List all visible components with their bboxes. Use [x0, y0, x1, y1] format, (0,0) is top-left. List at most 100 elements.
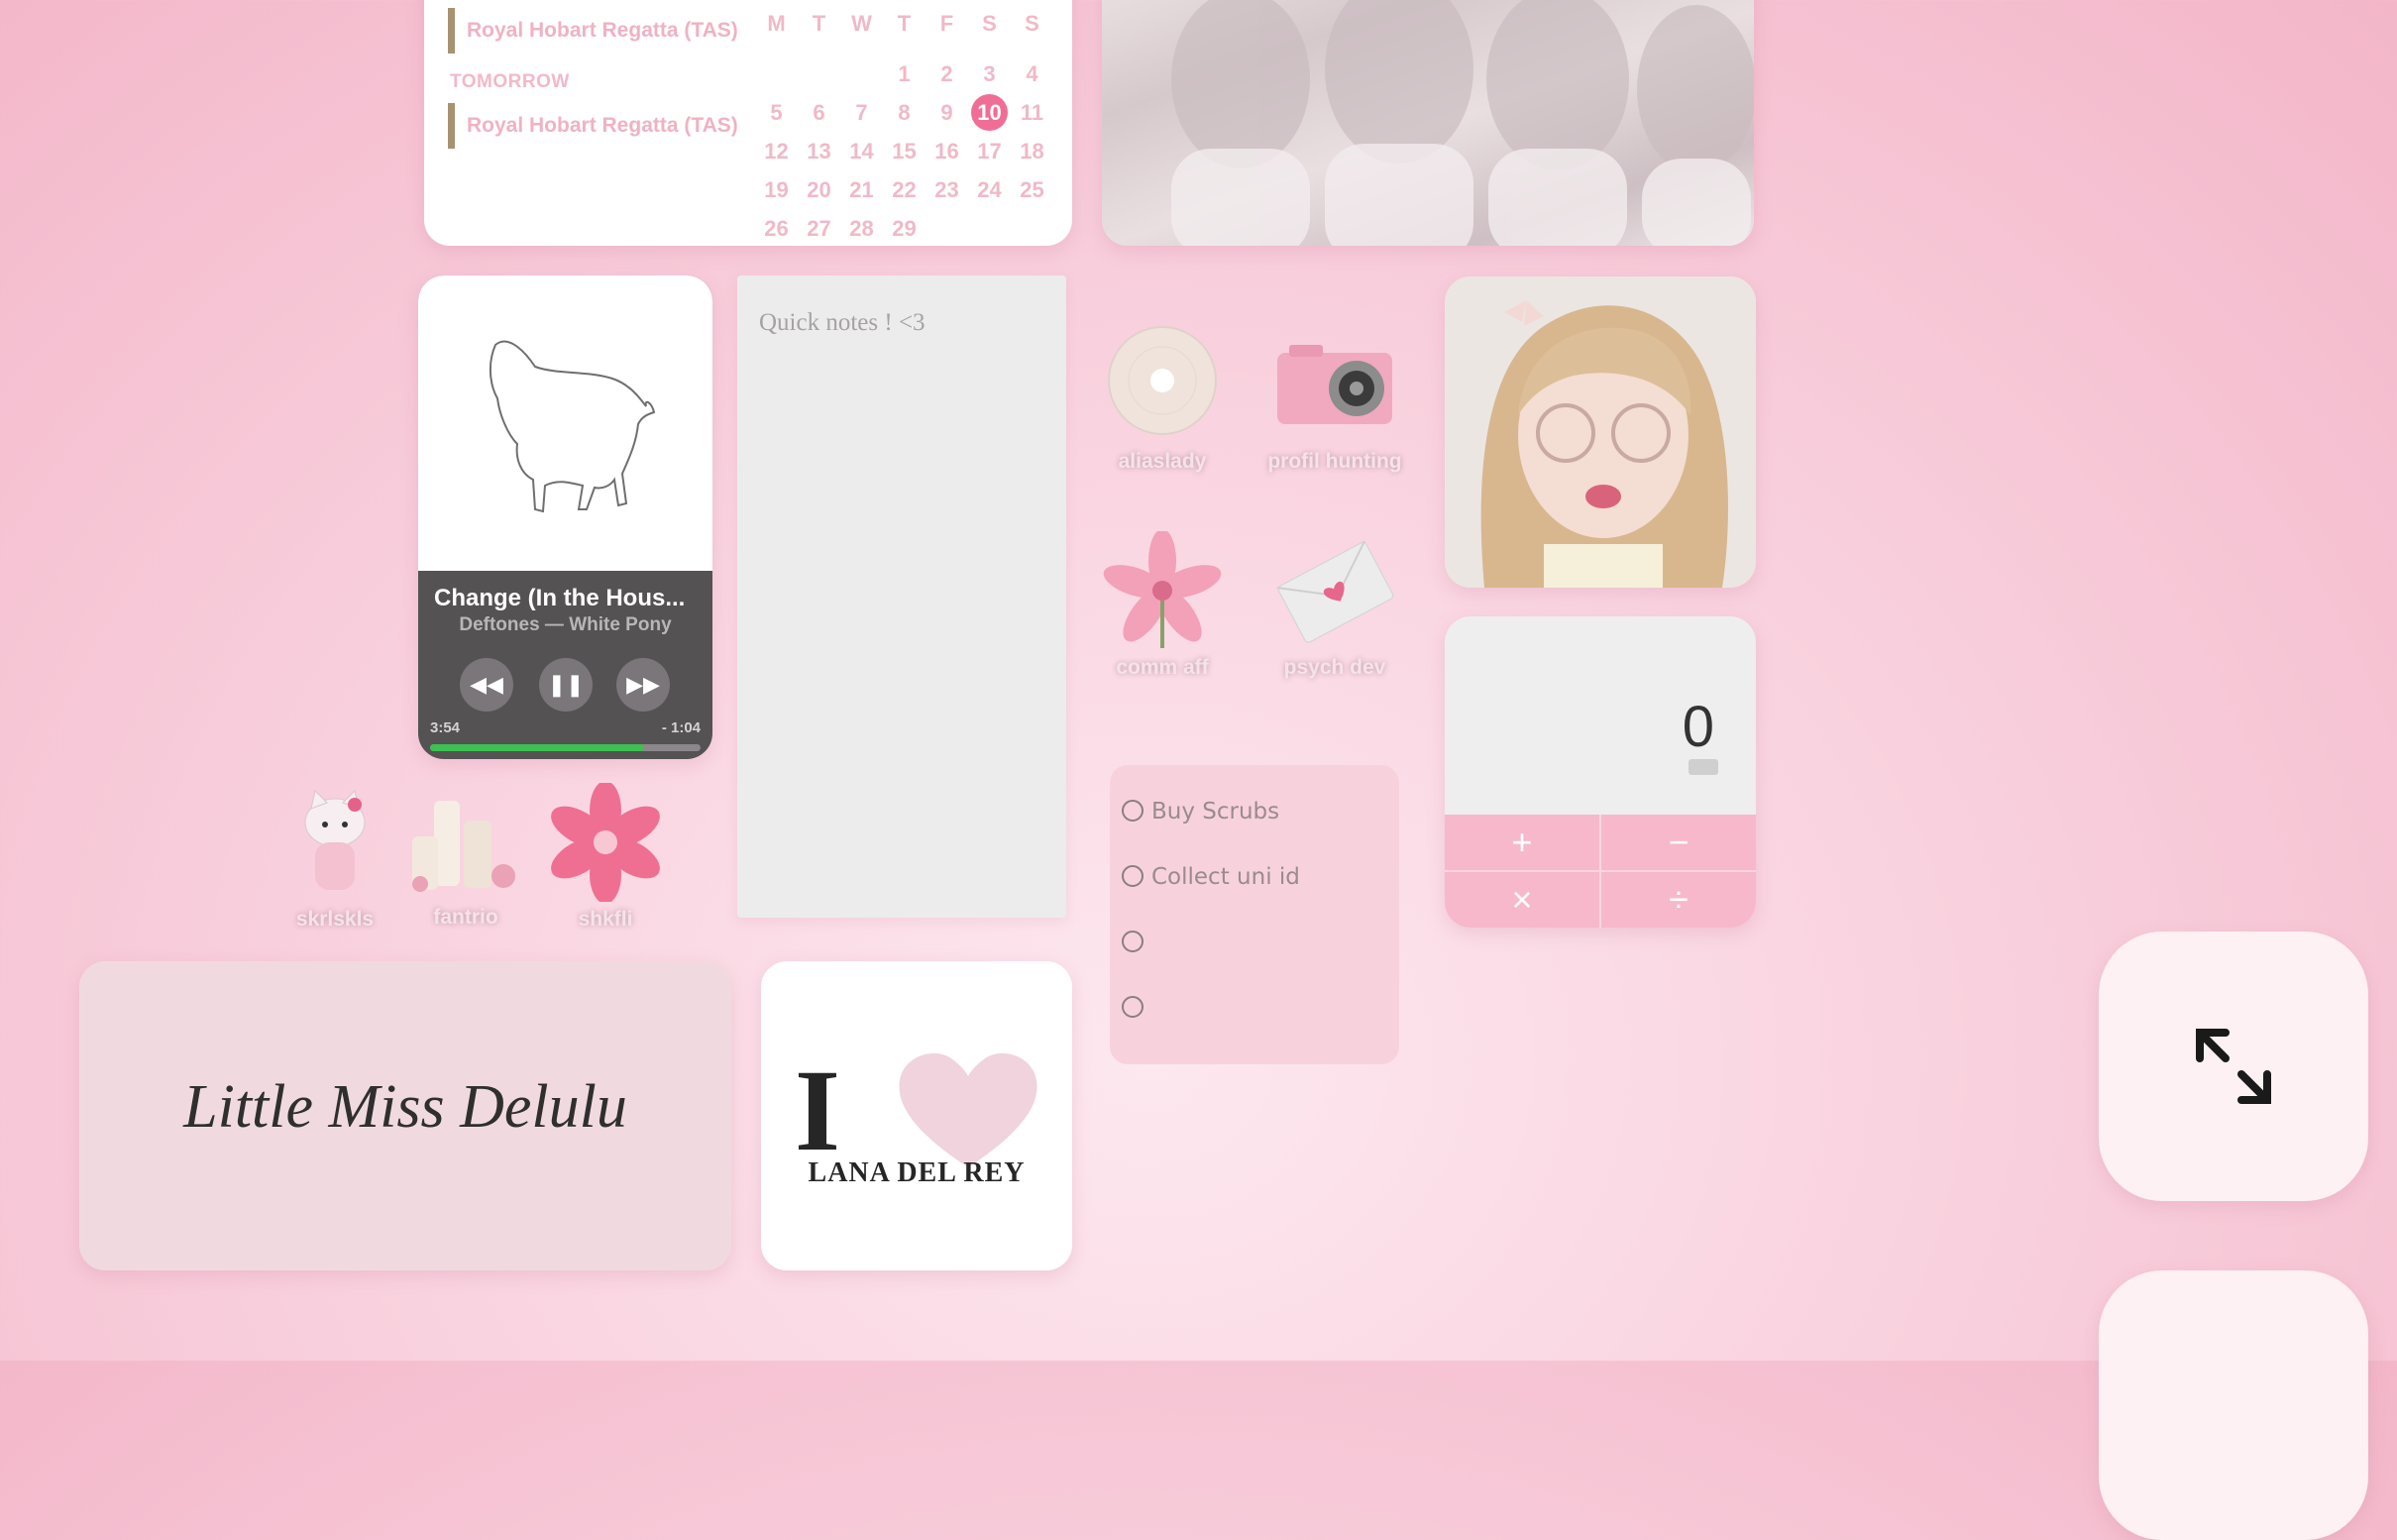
song-artist: Deftones — White Pony: [459, 614, 672, 635]
checkbox-icon[interactable]: [1122, 931, 1144, 952]
calendar-event[interactable]: Royal Hobart Regatta (TAS): [448, 103, 738, 149]
music-player-widget[interactable]: Change (In the Hous... Deftones — White …: [418, 275, 712, 759]
quote-widget[interactable]: Little Miss Delulu: [79, 961, 731, 1270]
app-aliaslady[interactable]: aliaslady: [1088, 325, 1237, 474]
todo-text: Collect uni id: [1151, 864, 1300, 890]
app-label: skrlskls: [295, 908, 375, 931]
calculator-widget[interactable]: 0 + − × ÷: [1445, 616, 1756, 928]
fast-forward-button[interactable]: ▶▶: [616, 658, 670, 712]
calendar-day[interactable]: 23: [926, 170, 968, 209]
weekday-label: F: [939, 11, 954, 36]
minus-key[interactable]: −: [1601, 815, 1756, 870]
app-profil-hunting[interactable]: profil hunting: [1260, 325, 1409, 474]
calendar-weekday-row: M TWT F S S: [755, 4, 1062, 43]
checkbox-icon[interactable]: [1122, 865, 1144, 887]
calendar-day[interactable]: 22: [883, 170, 926, 209]
calendar-day[interactable]: 25: [1011, 170, 1053, 209]
calendar-widget[interactable]: Royal Hobart Regatta (TAS) TOMORROW Roya…: [424, 0, 1072, 246]
divide-key[interactable]: ÷: [1601, 872, 1756, 928]
app-psych-dev[interactable]: psych dev: [1260, 531, 1409, 680]
todo-item[interactable]: [1122, 995, 1151, 1021]
app-fantrio[interactable]: fantrio: [391, 781, 540, 930]
lana-name: LANA DEL REY: [808, 1157, 1026, 1188]
remaining-time: - 1:04: [661, 719, 701, 736]
calendar-day[interactable]: 16: [926, 132, 968, 170]
todo-widget[interactable]: Buy Scrubs Collect uni id: [1110, 765, 1399, 1064]
calendar-day[interactable]: 9: [926, 93, 968, 132]
app-comm-aff[interactable]: comm aff: [1088, 529, 1237, 680]
photo-widget-group[interactable]: [1102, 0, 1754, 246]
quick-notes-widget[interactable]: Quick notes ! <3: [737, 275, 1066, 918]
app-skrlskls[interactable]: skrlskls: [261, 783, 409, 932]
white-pony-horse-icon: [490, 340, 656, 513]
calendar-day[interactable]: 5: [755, 93, 798, 132]
lana-del-rey-widget[interactable]: I LANA DEL REY: [761, 961, 1072, 1270]
album-art: [418, 275, 712, 571]
calendar-event-title: Royal Hobart Regatta (TAS): [467, 114, 738, 137]
app-label: fantrio: [433, 906, 498, 929]
calendar-event-title: Royal Hobart Regatta (TAS): [467, 19, 738, 42]
elapsed-time: 3:54: [430, 719, 461, 736]
calendar-day[interactable]: 29: [883, 209, 926, 248]
todo-item[interactable]: Collect uni id: [1122, 864, 1300, 890]
app-label: shkfli: [578, 908, 633, 931]
plus-key[interactable]: +: [1445, 815, 1599, 870]
checkbox-icon[interactable]: [1122, 800, 1144, 822]
calendar-month-grid: MTWTFSS 1 2 3 45 6 7 8 9 10 1112 13 14 15 16 17 1819 20 2…: [755, 4, 1062, 248]
checkbox-icon[interactable]: [1122, 996, 1144, 1018]
calendar-day[interactable]: 21: [840, 170, 883, 209]
calculator-keypad: + − × ÷: [1445, 815, 1756, 928]
quote-text: Little Miss Delulu: [183, 1073, 627, 1141]
fast-forward-icon: ▶▶: [626, 672, 660, 697]
weekday-label: T: [897, 11, 912, 36]
calendar-day[interactable]: 24: [968, 170, 1011, 209]
calendar-day[interactable]: 20: [798, 170, 840, 209]
portrait-image: [1445, 276, 1756, 588]
todo-item[interactable]: [1122, 930, 1151, 955]
expand-arrows-icon: [2196, 1029, 2271, 1104]
calendar-day[interactable]: 26: [755, 209, 798, 248]
weekday-label: S: [1025, 11, 1039, 36]
calendar-day[interactable]: 19: [755, 170, 798, 209]
secondary-button[interactable]: [2099, 1270, 2368, 1540]
calendar-day[interactable]: 4: [1011, 55, 1053, 93]
calendar-day[interactable]: 1: [883, 55, 926, 93]
app-label: comm aff: [1116, 656, 1209, 679]
calendar-day[interactable]: 7: [840, 93, 883, 132]
hello-kitty-icon: [275, 783, 394, 902]
weekday-label: W: [851, 11, 872, 36]
calendar-day[interactable]: 15: [883, 132, 926, 170]
multiply-key[interactable]: ×: [1445, 872, 1599, 928]
pause-button[interactable]: ❚❚: [539, 658, 593, 712]
calendar-day[interactable]: 12: [755, 132, 798, 170]
progress-fill: [430, 744, 644, 751]
calendar-day[interactable]: 8: [883, 93, 926, 132]
rewind-button[interactable]: ◀◀: [460, 658, 513, 712]
calendar-day-today[interactable]: 10: [971, 94, 1008, 131]
app-label: profil hunting: [1267, 450, 1402, 473]
calendar-days: 1 2 3 45 6 7 8 9 10 1112 13 14 15 16 17 1819 20 21 22 23 24 2…: [755, 43, 1062, 248]
weekday-label: S: [982, 11, 997, 36]
calendar-day[interactable]: 27: [798, 209, 840, 248]
calendar-day[interactable]: 11: [1011, 93, 1053, 132]
calendar-day[interactable]: 14: [840, 132, 883, 170]
photo-widget-portrait[interactable]: [1445, 276, 1756, 588]
calendar-day[interactable]: 17: [968, 132, 1011, 170]
calendar-day[interactable]: 28: [840, 209, 883, 248]
calendar-day[interactable]: 2: [926, 55, 968, 93]
keypad-divider: [1445, 870, 1756, 872]
flower-icon: [546, 781, 665, 904]
app-shkfli[interactable]: shkfli: [531, 781, 680, 932]
expand-button[interactable]: [2099, 932, 2368, 1201]
calendar-day: [840, 43, 883, 81]
calendar-day[interactable]: 18: [1011, 132, 1053, 170]
lana-i-letter: I: [795, 1045, 840, 1175]
calendar-day[interactable]: 13: [798, 132, 840, 170]
weekday-label: T: [812, 11, 826, 36]
todo-item[interactable]: Buy Scrubs: [1122, 799, 1279, 825]
calendar-day[interactable]: 3: [968, 55, 1011, 93]
calculator-display: 0: [1682, 695, 1714, 759]
calendar-event[interactable]: Royal Hobart Regatta (TAS): [448, 8, 738, 54]
calendar-day: [798, 43, 840, 81]
calendar-day[interactable]: 6: [798, 93, 840, 132]
